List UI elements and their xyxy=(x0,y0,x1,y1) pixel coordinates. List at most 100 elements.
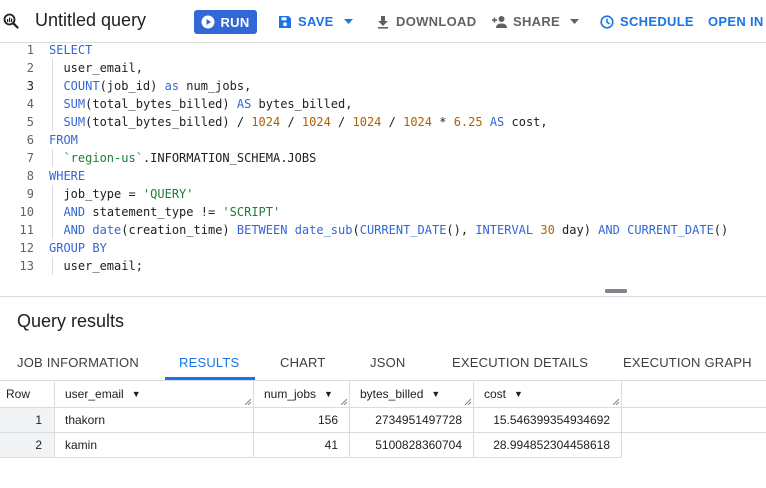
sort-caret-icon[interactable]: ▼ xyxy=(132,389,141,399)
line-number: 7 xyxy=(26,151,34,165)
table-cell-user-email[interactable]: thakorn xyxy=(55,408,254,433)
table-cell-cost[interactable]: 15.546399354934692 xyxy=(474,408,622,433)
column-header-cost[interactable]: cost ▼ xyxy=(474,381,622,408)
table-cell-cost[interactable]: 28.994852304458618 xyxy=(474,433,622,458)
play-circle-icon xyxy=(201,15,215,29)
column-header-user-email[interactable]: user_email ▼ xyxy=(55,381,254,408)
column-resize-icon[interactable] xyxy=(244,398,251,405)
line-code: COUNT(job_id) as num_jobs, xyxy=(49,77,251,95)
code-line[interactable]: 6 FROM xyxy=(0,131,766,149)
code-line[interactable]: 8 WHERE xyxy=(0,167,766,185)
save-button[interactable]: SAVE xyxy=(278,14,353,29)
editor-resize-handle[interactable] xyxy=(605,289,627,293)
column-header-label: bytes_billed xyxy=(360,387,424,401)
sort-caret-icon[interactable]: ▼ xyxy=(514,389,523,399)
code-token: SUM xyxy=(63,115,86,129)
code-token: `region-us` xyxy=(63,151,143,165)
code-token: 'SCRIPT' xyxy=(222,205,281,219)
line-code: job_type = 'QUERY' xyxy=(49,185,193,203)
code-line[interactable]: 9 job_type = 'QUERY' xyxy=(0,185,766,203)
column-header-label: user_email xyxy=(65,387,124,401)
code-line[interactable]: 2 user_email, xyxy=(0,59,766,77)
line-number: 3 xyxy=(26,79,34,93)
code-token: (job_id) xyxy=(99,79,165,93)
table-cell-bytes-billed[interactable]: 5100828360704 xyxy=(350,433,474,458)
column-header-num-jobs[interactable]: num_jobs ▼ xyxy=(254,381,350,408)
code-token: * xyxy=(432,115,454,129)
line-number: 5 xyxy=(26,115,34,129)
query-magnifier-icon xyxy=(3,13,19,29)
code-token: AS xyxy=(489,115,505,129)
header-filler xyxy=(622,381,766,408)
download-button-label: DOWNLOAD xyxy=(396,14,477,29)
line-number: 9 xyxy=(26,187,34,201)
tab-job-information[interactable]: JOB INFORMATION xyxy=(17,346,139,380)
line-number: 2 xyxy=(26,61,34,75)
results-tabs: JOB INFORMATION RESULTS CHART JSON EXECU… xyxy=(0,346,766,380)
line-code: WHERE xyxy=(49,167,85,185)
code-line[interactable]: 4 SUM(total_bytes_billed) AS bytes_bille… xyxy=(0,95,766,113)
run-button[interactable]: RUN xyxy=(194,10,257,34)
code-line[interactable]: 10 AND statement_type != 'SCRIPT' xyxy=(0,203,766,221)
table-cell-num-jobs[interactable]: 41 xyxy=(254,433,350,458)
sort-caret-icon[interactable]: ▼ xyxy=(324,389,333,399)
line-number: 1 xyxy=(26,43,34,57)
share-button[interactable]: SHARE xyxy=(491,14,580,29)
save-disk-icon xyxy=(278,15,292,29)
column-header-label: Row xyxy=(6,387,31,401)
line-number: 8 xyxy=(26,169,34,183)
tab-execution-details[interactable]: EXECUTION DETAILS xyxy=(452,346,588,380)
tab-json[interactable]: JSON xyxy=(370,346,405,380)
code-token: .INFORMATION_SCHEMA.JOBS xyxy=(142,151,317,165)
caret-down-icon xyxy=(570,18,580,25)
code-line[interactable]: 3 COUNT(job_id) as num_jobs, xyxy=(0,77,766,95)
schedule-button[interactable]: SCHEDULE xyxy=(600,14,694,29)
table-cell-user-email[interactable]: kamin xyxy=(55,433,254,458)
column-resize-icon[interactable] xyxy=(340,398,347,405)
line-number: 4 xyxy=(26,97,34,111)
line-number: 12 xyxy=(19,241,34,255)
code-line[interactable]: 12 GROUP BY xyxy=(0,239,766,257)
editor-divider xyxy=(0,296,766,297)
tab-execution-graph[interactable]: EXECUTION GRAPH xyxy=(623,346,752,380)
code-line[interactable]: 13 user_email; xyxy=(0,257,766,275)
column-header-bytes-billed[interactable]: bytes_billed ▼ xyxy=(350,381,474,408)
code-line[interactable]: 5 SUM(total_bytes_billed) / 1024 / 1024 … xyxy=(0,113,766,131)
sql-editor[interactable]: 1 SELECT 2 user_email, 3 COUNT(job_id) as n… xyxy=(0,43,766,293)
tab-chart[interactable]: CHART xyxy=(280,346,326,380)
code-token: / xyxy=(280,115,302,129)
table-cell-bytes-billed[interactable]: 2734951497728 xyxy=(350,408,474,433)
code-token: as xyxy=(164,79,180,93)
query-title[interactable]: Untitled query xyxy=(35,10,146,31)
table-cell-num-jobs[interactable]: 156 xyxy=(254,408,350,433)
code-token: AND xyxy=(598,223,620,237)
line-code: GROUP BY xyxy=(49,239,107,257)
column-header-row: Row xyxy=(0,381,55,408)
sort-caret-icon[interactable]: ▼ xyxy=(431,389,440,399)
code-token: bytes_billed, xyxy=(251,97,353,111)
code-token: 1024 xyxy=(352,115,382,129)
code-token: 1024 xyxy=(301,115,331,129)
code-token: ( xyxy=(352,223,360,237)
line-code: user_email, xyxy=(49,59,142,77)
line-code: FROM xyxy=(49,131,78,149)
clock-icon xyxy=(600,14,614,29)
download-button[interactable]: DOWNLOAD xyxy=(376,14,476,29)
code-line[interactable]: 7 `region-us`.INFORMATION_SCHEMA.JOBS xyxy=(0,149,766,167)
code-token: statement_type != xyxy=(85,205,223,219)
code-token: date xyxy=(92,223,122,237)
column-resize-icon[interactable] xyxy=(464,398,471,405)
code-line[interactable]: 1 SELECT xyxy=(0,41,766,59)
code-line[interactable]: 11 AND date(creation_time) BETWEEN date_… xyxy=(0,221,766,239)
tab-results[interactable]: RESULTS xyxy=(179,346,239,380)
line-code: AND statement_type != 'SCRIPT' xyxy=(49,203,280,221)
code-token: INTERVAL xyxy=(475,223,534,237)
open-in-button[interactable]: OPEN IN xyxy=(708,14,764,29)
column-resize-icon[interactable] xyxy=(612,398,619,405)
